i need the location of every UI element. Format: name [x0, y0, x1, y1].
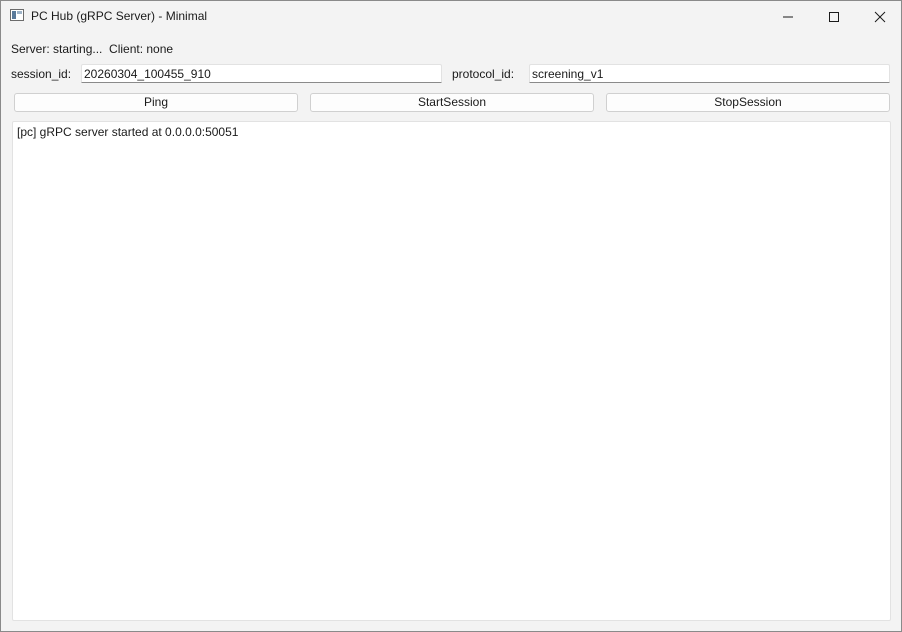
log-output[interactable]: [pc] gRPC server started at 0.0.0.0:5005… — [12, 121, 891, 621]
stop-session-button[interactable]: StopSession — [606, 93, 890, 112]
session-id-input[interactable] — [81, 64, 442, 83]
start-session-button[interactable]: StartSession — [310, 93, 594, 112]
window-title: PC Hub (gRPC Server) - Minimal — [31, 9, 208, 23]
close-button[interactable] — [857, 1, 902, 32]
close-icon — [874, 11, 886, 23]
status-label: Server: starting... Client: none — [11, 42, 174, 56]
app-window-icon — [10, 9, 24, 21]
protocol-id-input[interactable] — [529, 64, 890, 83]
main-window: PC Hub (gRPC Server) - Minimal Server: s… — [0, 0, 902, 632]
maximize-icon — [829, 12, 839, 22]
ping-button[interactable]: Ping — [14, 93, 298, 112]
session-id-label: session_id: — [11, 67, 72, 81]
minimize-icon — [783, 16, 793, 18]
maximize-button[interactable] — [811, 1, 857, 32]
minimize-button[interactable] — [765, 1, 811, 32]
title-bar[interactable]: PC Hub (gRPC Server) - Minimal — [1, 1, 901, 32]
protocol-id-label: protocol_id: — [452, 67, 515, 81]
